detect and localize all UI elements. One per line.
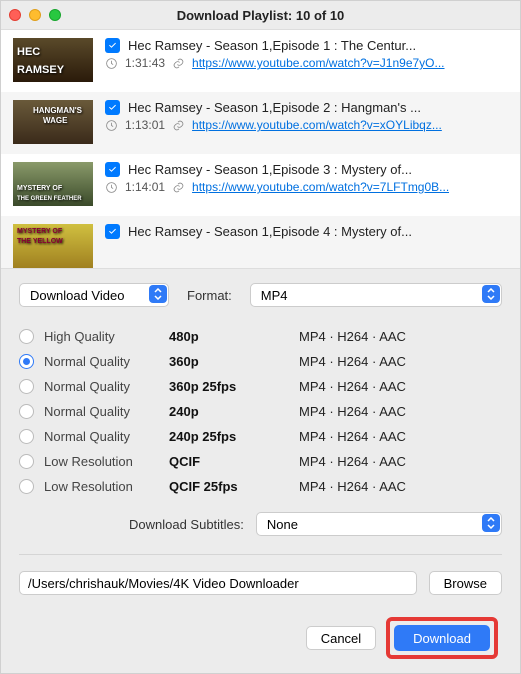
- radio-button[interactable]: [19, 404, 34, 419]
- titlebar: Download Playlist: 10 of 10: [1, 1, 520, 29]
- video-url[interactable]: https://www.youtube.com/watch?v=7LFTmg0B…: [192, 180, 449, 194]
- video-duration: 1:13:01: [125, 118, 165, 132]
- download-options: Download Video Format: MP4 High Quality …: [1, 269, 520, 673]
- video-title: Hec Ramsey - Season 1,Episode 2 : Hangma…: [128, 100, 421, 115]
- clock-icon: [105, 57, 118, 70]
- video-info: Hec Ramsey - Season 1,Episode 3 : Myster…: [105, 162, 508, 206]
- link-icon: [172, 181, 185, 194]
- playlist-item[interactable]: MYSTERY OF THE GREEN FEATHER Hec Ramsey …: [1, 154, 520, 216]
- radio-button[interactable]: [19, 329, 34, 344]
- include-checkbox[interactable]: [105, 224, 120, 239]
- include-checkbox[interactable]: [105, 38, 120, 53]
- radio-button[interactable]: [19, 479, 34, 494]
- minimize-window-button[interactable]: [29, 9, 41, 21]
- maximize-window-button[interactable]: [49, 9, 61, 21]
- highlight-annotation: Download: [386, 617, 498, 659]
- subtitle-label: Download Subtitles:: [129, 517, 244, 532]
- video-url[interactable]: https://www.youtube.com/watch?v=xOYLibqz…: [192, 118, 442, 132]
- quality-option[interactable]: Normal Quality 360p MP4 · H264 · AAC: [19, 354, 502, 369]
- clock-icon: [105, 119, 118, 132]
- save-path-input[interactable]: [19, 571, 417, 595]
- format-select[interactable]: MP4: [250, 283, 502, 307]
- quality-option[interactable]: Low Resolution QCIF MP4 · H264 · AAC: [19, 454, 502, 469]
- video-info: Hec Ramsey - Season 1,Episode 1 : The Ce…: [105, 38, 508, 82]
- close-window-button[interactable]: [9, 9, 21, 21]
- video-thumbnail: MYSTERY OF THE GREEN FEATHER: [13, 162, 93, 206]
- video-duration: 1:14:01: [125, 180, 165, 194]
- quality-option[interactable]: Low Resolution QCIF 25fps MP4 · H264 · A…: [19, 479, 502, 494]
- link-icon: [172, 119, 185, 132]
- playlist-item[interactable]: HEC RAMSEY Hec Ramsey - Season 1,Episode…: [1, 30, 520, 92]
- radio-button[interactable]: [19, 379, 34, 394]
- video-duration: 1:31:43: [125, 56, 165, 70]
- dialog-window: Download Playlist: 10 of 10 HEC RAMSEY H…: [0, 0, 521, 674]
- video-info: Hec Ramsey - Season 1,Episode 2 : Hangma…: [105, 100, 508, 144]
- video-title: Hec Ramsey - Season 1,Episode 4 : Myster…: [128, 224, 412, 239]
- playlist-list: HEC RAMSEY Hec Ramsey - Season 1,Episode…: [1, 29, 520, 269]
- video-thumbnail: HANGMAN'S WAGE: [13, 100, 93, 144]
- window-title: Download Playlist: 10 of 10: [1, 8, 520, 23]
- cancel-button[interactable]: Cancel: [306, 626, 376, 650]
- format-label: Format:: [187, 288, 232, 303]
- link-icon: [172, 57, 185, 70]
- quality-list: High Quality 480p MP4 · H264 · AAC Norma…: [19, 329, 502, 494]
- browse-button[interactable]: Browse: [429, 571, 502, 595]
- include-checkbox[interactable]: [105, 162, 120, 177]
- radio-button[interactable]: [19, 354, 34, 369]
- radio-button[interactable]: [19, 429, 34, 444]
- video-title: Hec Ramsey - Season 1,Episode 1 : The Ce…: [128, 38, 416, 53]
- divider: [19, 554, 502, 555]
- playlist-item[interactable]: HANGMAN'S WAGE Hec Ramsey - Season 1,Epi…: [1, 92, 520, 154]
- video-thumbnail: MYSTERY OF THE YELLOW: [13, 224, 93, 268]
- video-info: Hec Ramsey - Season 1,Episode 4 : Myster…: [105, 224, 508, 268]
- video-thumbnail: HEC RAMSEY: [13, 38, 93, 82]
- quality-option[interactable]: Normal Quality 240p 25fps MP4 · H264 · A…: [19, 429, 502, 444]
- video-title: Hec Ramsey - Season 1,Episode 3 : Myster…: [128, 162, 412, 177]
- clock-icon: [105, 181, 118, 194]
- video-url[interactable]: https://www.youtube.com/watch?v=J1n9e7yO…: [192, 56, 444, 70]
- subtitle-select[interactable]: None: [256, 512, 502, 536]
- action-select[interactable]: Download Video: [19, 283, 169, 307]
- traffic-lights: [9, 9, 61, 21]
- radio-button[interactable]: [19, 454, 34, 469]
- include-checkbox[interactable]: [105, 100, 120, 115]
- quality-option[interactable]: Normal Quality 240p MP4 · H264 · AAC: [19, 404, 502, 419]
- playlist-item[interactable]: MYSTERY OF THE YELLOW Hec Ramsey - Seaso…: [1, 216, 520, 269]
- quality-option[interactable]: High Quality 480p MP4 · H264 · AAC: [19, 329, 502, 344]
- download-button[interactable]: Download: [394, 625, 490, 651]
- quality-option[interactable]: Normal Quality 360p 25fps MP4 · H264 · A…: [19, 379, 502, 394]
